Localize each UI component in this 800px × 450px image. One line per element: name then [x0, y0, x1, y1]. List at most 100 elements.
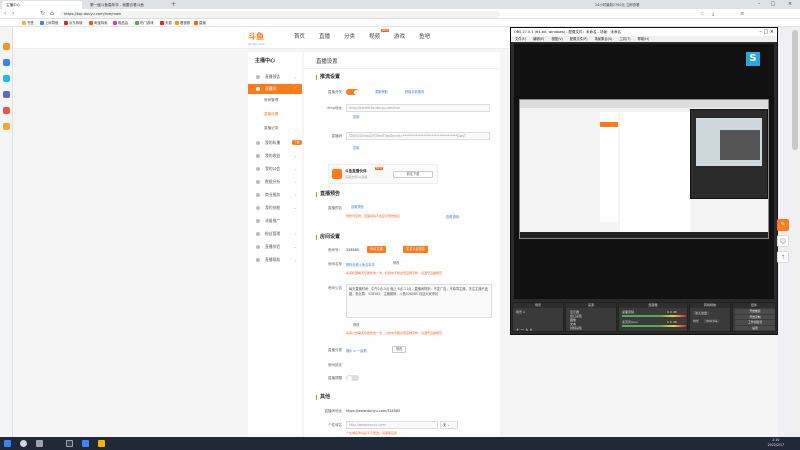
bookmark-item[interactable]: 淘宝特卖	[89, 20, 108, 26]
extension-icon[interactable]: ☆	[700, 10, 704, 18]
menu-item-preview[interactable]: 直播预告 ⌄	[248, 72, 302, 82]
scene-item[interactable]: 场景 2	[516, 310, 525, 314]
submenu-live-records[interactable]: 直播记录	[248, 124, 302, 133]
obs-menu-help[interactable]: 帮助(H)	[638, 37, 650, 41]
submenu-room-manage[interactable]: 房间管理	[248, 96, 302, 105]
task-view-icon[interactable]	[36, 440, 43, 447]
studio-mode-button[interactable]: 工作室模式	[735, 320, 775, 325]
source-item[interactable]: 视频采集	[570, 326, 582, 330]
bookmark-item[interactable]: 书签	[22, 20, 34, 26]
tab-live-center[interactable]: 主播中心	[2, 1, 82, 9]
menu-icon[interactable]: ≡	[740, 10, 744, 18]
bookmark-item[interactable]: 上网导航	[40, 20, 59, 26]
custom-domain-select[interactable]: 无 ⌄	[440, 421, 458, 429]
site-logo[interactable]: 斗鱼 douyu.com	[248, 31, 265, 46]
menu-item-guild[interactable]: 我的公会 ⌄	[248, 164, 302, 174]
start-icon[interactable]	[4, 440, 11, 447]
browser-taskbar-icon[interactable]	[82, 440, 89, 447]
refetch-button[interactable]: 重新获取	[372, 89, 391, 96]
close-icon[interactable]: ×	[780, 0, 800, 9]
refresh-icon[interactable]: ↻	[40, 10, 45, 18]
bookmark-item[interactable]: 京东商城	[64, 20, 83, 26]
shop-icon[interactable]	[3, 123, 10, 130]
notice-help-link[interactable]: 查看说明	[446, 214, 459, 219]
download-assistant-button[interactable]: 前往下载	[393, 171, 433, 178]
nav-home[interactable]: 首页	[294, 33, 305, 41]
scene-toolbar-icons[interactable]: + − ∧ ∨	[516, 327, 532, 332]
system-clock[interactable]: 2:10 2022/2/17	[768, 438, 784, 448]
set-notice-button[interactable]: 设置预告	[348, 204, 367, 211]
bookmark-item[interactable]: 唯品会	[113, 20, 128, 26]
custom-domain-input[interactable]: http://www.douyu.com/	[346, 421, 438, 429]
menu-item-business[interactable]: 商业服务 ⌄	[248, 190, 302, 200]
menu-item-fans[interactable]: 粉丝管理 ⌄	[248, 229, 302, 239]
search-icon[interactable]	[20, 440, 27, 447]
weibo-icon[interactable]	[3, 75, 10, 82]
cloud-icon[interactable]	[3, 59, 10, 66]
nav-category[interactable]: 分类	[344, 33, 355, 41]
obs-menu-view[interactable]: 视图(V)	[551, 37, 562, 41]
obs-taskbar-icon[interactable]	[66, 440, 73, 447]
scrollbar-thumb[interactable]	[792, 30, 798, 150]
menu-item-promotion[interactable]: 流量推广	[248, 216, 302, 226]
edit-room-name-button[interactable]: 修改	[390, 260, 402, 267]
obs-preview[interactable]: S	[514, 44, 774, 299]
nav-game[interactable]: 游戏	[394, 33, 405, 41]
chat-icon[interactable]: ✎	[777, 219, 789, 231]
back-icon[interactable]: ‹	[4, 10, 6, 18]
url-input[interactable]: https://tsp.douyu.com/live/main	[60, 10, 500, 18]
obs-menu-scenes[interactable]: 场景集合(S)	[595, 37, 613, 41]
live-remind-toggle[interactable]	[346, 375, 359, 381]
download-badge[interactable]: 下载	[292, 140, 302, 145]
forward-icon[interactable]: ›	[12, 10, 14, 18]
home-icon[interactable]: ⌂	[50, 10, 54, 18]
menu-item-income[interactable]: 我的收益 ⌄	[248, 151, 302, 161]
start-streaming-button[interactable]: 开始推流	[735, 309, 775, 314]
nav-fishbar[interactable]: 鱼吧	[419, 33, 430, 41]
game-icon[interactable]	[3, 91, 10, 98]
apply-anchor-button[interactable]: 申请主播	[367, 246, 386, 253]
menu-item-skills[interactable]: 我的技能 ⌄	[248, 203, 302, 213]
room-intro-textarea[interactable]: 每天直播时间：中午2点-5点 晚上 8点-11点，直播间规则：不发广告，不辱骂主…	[346, 284, 492, 318]
menu-item-partner[interactable]: 直播伴侣 ⌄	[248, 242, 302, 252]
menu-item-help[interactable]: 直播帮助 ⌄	[248, 255, 302, 265]
obs-menu-tools[interactable]: 工具(T)	[619, 37, 630, 41]
submenu-live-settings[interactable]: 直播设置	[248, 110, 302, 119]
settings-button[interactable]: 设置	[735, 325, 775, 330]
bookmark-item[interactable]: 热门游戏	[135, 20, 154, 26]
bookmark-item[interactable]: 天猫	[160, 20, 172, 26]
duration-input[interactable]: 300 ms	[704, 319, 720, 323]
mobile-push-button[interactable]: 获取手机推流	[402, 89, 427, 96]
obs-menu-profile[interactable]: 配置文件(P)	[570, 37, 588, 41]
edit-category-button[interactable]: 修改	[392, 346, 407, 353]
back-to-top-icon[interactable]: ↑	[777, 251, 789, 263]
nav-video[interactable]: 视频	[369, 33, 380, 41]
obs-menu-edit[interactable]: 编辑(E)	[533, 37, 544, 41]
bookmark-item[interactable]: 看视频	[175, 20, 190, 26]
live-switch-toggle[interactable]	[346, 89, 359, 95]
transition-select[interactable]: 淡入淡出	[693, 311, 710, 315]
new-tab-icon[interactable]: +	[171, 1, 176, 8]
start-recording-button[interactable]: 开始录制	[735, 314, 775, 319]
code-field[interactable]: 5285552mkuD7O9m5?wsSecret=**************…	[346, 132, 490, 140]
video-icon[interactable]	[3, 107, 10, 114]
feedback-icon[interactable]: ☺	[777, 235, 789, 247]
maximize-icon[interactable]: □	[766, 0, 780, 9]
copy-code-button[interactable]: 复制	[350, 145, 362, 152]
download-icon[interactable]: ⤓	[712, 10, 714, 18]
menu-item-room[interactable]: 直播间 ⌃	[248, 84, 302, 94]
nav-live[interactable]: 直播	[319, 33, 330, 41]
verify-info-button[interactable]: 实名认证信息	[403, 246, 429, 253]
folder-taskbar-icon[interactable]	[98, 440, 105, 447]
obs-window-controls[interactable]: – □ ×	[759, 28, 774, 36]
edit-room-intro-button[interactable]: 修改	[350, 322, 362, 329]
favorites-icon[interactable]	[3, 43, 10, 50]
tab-douyu-event[interactable]: 第一届斗鱼嘉年华 - 我要去看斗鱼	[86, 1, 168, 9]
menu-item-analytics[interactable]: 数据分析 ⌄	[248, 177, 302, 187]
copy-rtmp-button[interactable]: 复制	[350, 114, 362, 121]
obs-menu-file[interactable]: 文件(F)	[515, 37, 526, 41]
minimize-icon[interactable]: –	[752, 0, 766, 9]
bookmark-item[interactable]: 直播	[194, 20, 206, 26]
promo-text[interactable]: 24小时最新2765元 立即查看	[595, 2, 640, 8]
rtmp-field[interactable]: rtmp://sendfc3a.douyu.com/live	[346, 104, 490, 112]
